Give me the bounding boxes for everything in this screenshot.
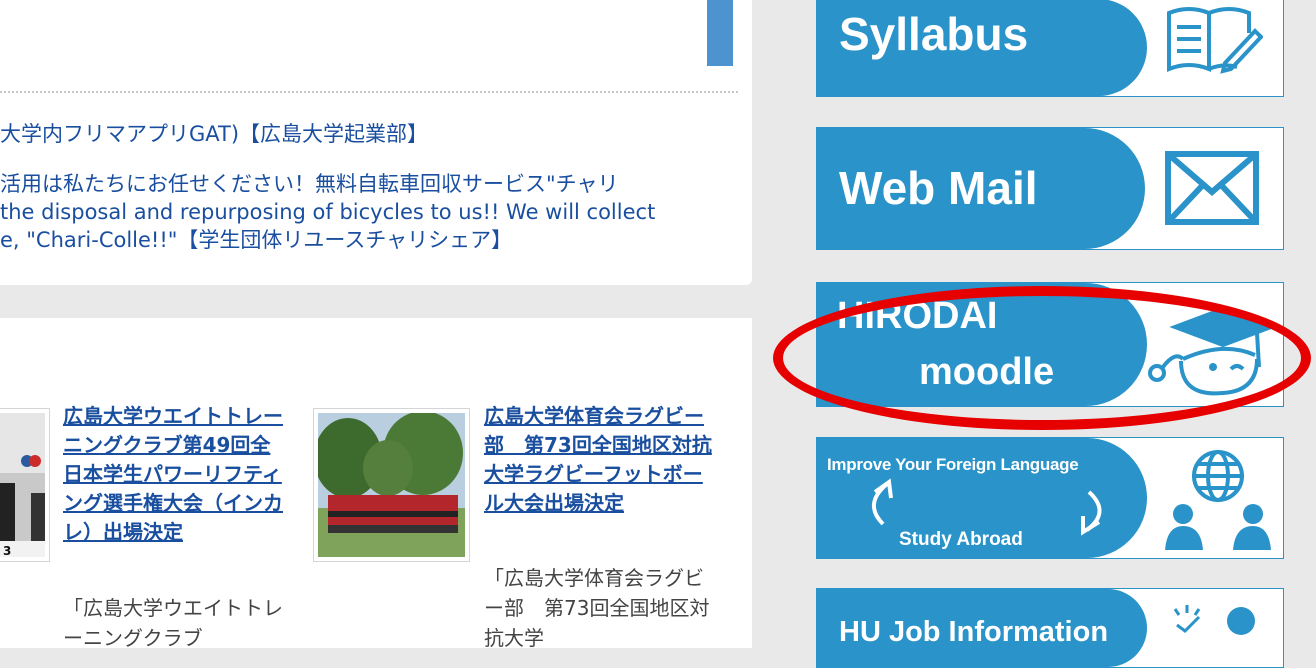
divider [0,91,738,93]
webmail-banner[interactable]: Web Mail [816,127,1284,250]
article-thumbnail[interactable]: 3 [0,408,50,562]
foreign-language-banner[interactable]: Improve Your Foreign Language Study Abro… [816,437,1284,559]
foreign-language-label: Improve Your Foreign Language [827,455,1079,474]
news-link-gat[interactable]: 大学内フリマアプリGAT)【広島大学起業部】 [0,120,428,148]
book-pencil-icon [1167,7,1263,74]
graduation-cap-icon [1148,306,1275,396]
news-link-line: the disposal and repurposing of bicycles… [0,200,656,224]
job-information-banner[interactable]: HU Job Information [816,588,1284,668]
article-title-weightlifting[interactable]: 広島大学ウエイトトレーニングクラブ第49回全日本学生パワーリフティング選手権大会… [63,402,288,547]
news-link-line: e, "Chari-Colle!!"【学生団体リユースチャリシェア】 [0,228,513,252]
webmail-label: Web Mail [839,162,1038,214]
person-icon [1173,605,1255,635]
globe-people-icon [1165,450,1271,550]
article-thumbnail[interactable] [313,408,470,562]
article-excerpt: 「広島大学ウエイトトレーニングクラブ [63,596,283,650]
scroll-tab [707,0,733,66]
news-link-line: 活用は私たちにお任せください！無料自転車回収サービス"チャリ [0,172,619,196]
rugby-team-photo [318,413,465,557]
article-excerpt: 「広島大学体育会ラグビー部 第73回全国地区対抗大学 [484,566,710,650]
news-link-chari[interactable]: 活用は私たちにお任せください！無料自転車回収サービス"チャリ the dispo… [0,170,655,254]
syllabus-label: Syllabus [839,8,1029,60]
article-title-rugby[interactable]: 広島大学体育会ラグビー部 第73回全国地区対抗大学ラグビーフットボール大会出場決… [484,402,712,518]
moodle-banner[interactable]: HIRODAI moodle [816,282,1284,407]
moodle-label-hirodai: HIRODAI [837,295,998,337]
svg-text:3: 3 [3,544,11,557]
news-panel: 大学内フリマアプリGAT)【広島大学起業部】 活用は私たちにお任せください！無料… [0,0,752,285]
envelope-icon [1165,151,1259,225]
study-abroad-label: Study Abroad [899,529,1023,550]
moodle-label-moodle: moodle [919,351,1055,393]
syllabus-banner[interactable]: Syllabus [816,0,1284,97]
job-information-label: HU Job Information [839,616,1109,648]
weightlifting-photo: 3 [0,413,45,557]
